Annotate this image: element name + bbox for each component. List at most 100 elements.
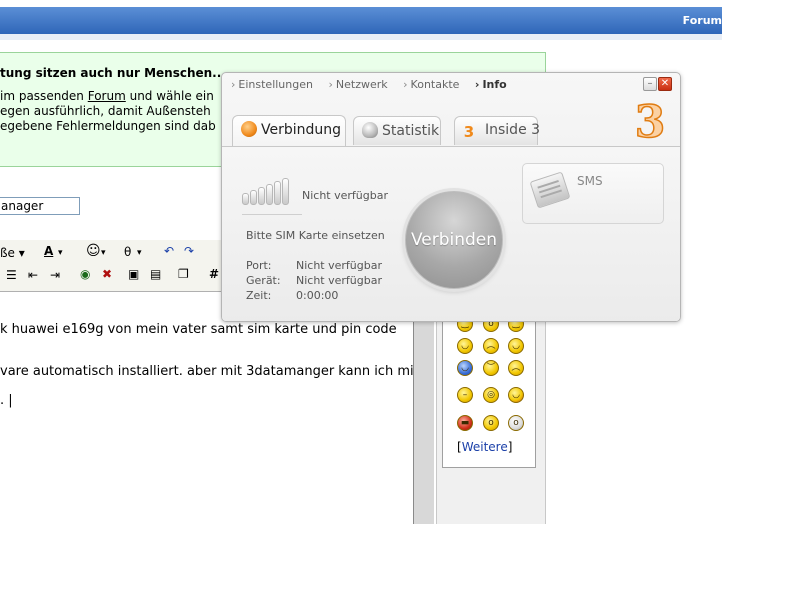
chevron-right-icon: › (328, 78, 333, 91)
smiley-icon[interactable]: ︵ (483, 338, 499, 354)
smiley-icon[interactable]: ◡ (457, 338, 473, 354)
signal-bar (250, 190, 257, 205)
insert-link-icon[interactable]: ◉ (80, 267, 90, 281)
smiley-icon[interactable]: ︵ (508, 360, 524, 376)
special-char-icon[interactable]: θ (124, 245, 131, 259)
brand-logo: 3 (634, 97, 666, 148)
sms-icon (529, 171, 571, 209)
font-color-icon[interactable]: A (44, 244, 53, 258)
bullet-list-icon[interactable]: ☰ (6, 268, 17, 282)
menu-item-label: Info (482, 78, 507, 91)
sms-label: SMS (577, 174, 603, 188)
three-logo-icon: 3 (463, 123, 475, 141)
menu-item-netzwerk[interactable]: › Netzwerk (328, 78, 387, 91)
forum-subheader (0, 34, 722, 40)
redo-icon[interactable]: ↷ (184, 244, 194, 258)
minimize-button[interactable]: – (643, 77, 657, 91)
tab-verbindung[interactable]: Verbindung (232, 115, 346, 146)
notice-title: tung sitzen auch nur Menschen... (0, 66, 226, 80)
notice-text: im passenden (0, 89, 88, 103)
connection-icon (241, 121, 257, 137)
smiley-icon[interactable]: ◡ (508, 338, 524, 354)
device-label: Gerät: (246, 274, 281, 287)
bracket-text: ] (507, 440, 513, 454)
sim-message: Bitte SIM Karte einsetzen (246, 229, 385, 242)
more-smileys-label: Weitere (461, 440, 508, 454)
post-text-line: k huawei e169g von mein vater samt sim k… (0, 322, 397, 337)
port-label: Port: (246, 259, 272, 272)
close-button[interactable]: ✕ (658, 77, 672, 91)
chevron-down-icon[interactable]: ▾ (137, 246, 142, 260)
notice-line: egen ausführlich, damit Außensteh (0, 104, 211, 118)
image-icon[interactable]: ▤ (150, 267, 161, 281)
window-controls: – ✕ (642, 77, 672, 91)
tab-label: Verbindung (261, 122, 342, 138)
chevron-right-icon: › (474, 78, 480, 91)
signal-bar (274, 181, 281, 205)
forum-header-bar: Forum (0, 7, 722, 34)
forum-nav-link[interactable]: Forum (683, 14, 722, 27)
menu-item-einstellungen[interactable]: › Einstellungen (231, 78, 313, 91)
smiley-icon[interactable]: ︶ (483, 360, 499, 376)
port-value: Nicht verfügbar (296, 259, 382, 272)
menu-item-label: Einstellungen (238, 78, 313, 91)
quote-icon[interactable]: ❐ (178, 267, 189, 281)
subject-input[interactable] (0, 197, 80, 215)
signal-strength-icon (242, 175, 296, 205)
time-label: Zeit: (246, 289, 272, 302)
signal-bar (242, 193, 249, 205)
menu-item-label: Kontakte (410, 78, 460, 91)
signal-bar (266, 184, 273, 205)
post-text-area[interactable]: k huawei e169g von mein vater samt sim k… (0, 292, 429, 524)
outdent-icon[interactable]: ⇤ (28, 268, 38, 282)
remove-link-icon[interactable]: ✖ (102, 267, 112, 281)
notice-line: im passenden Forum und wähle ein (0, 89, 214, 103)
post-text-line: . | (0, 393, 13, 408)
menu-item-info[interactable]: › Info (475, 78, 507, 91)
chevron-right-icon: › (231, 78, 236, 91)
smiley-panel: ‿ o ‿ ◡ ︵ ◡ ◡ ︶ ︵ – ◎ ◡ ▬ o o [Weitere] (442, 300, 536, 468)
undo-icon[interactable]: ↶ (164, 244, 174, 258)
chevron-down-icon[interactable]: ▾ (58, 246, 63, 260)
chevron-down-icon[interactable]: ▾ (101, 246, 106, 260)
notice-line: egebene Fehlermeldungen sind dab (0, 119, 216, 133)
indent-icon[interactable]: ⇥ (50, 268, 60, 282)
smiley-icon[interactable]: ◎ (483, 387, 499, 403)
signal-bar (258, 187, 265, 205)
notice-forum-link[interactable]: Forum (88, 89, 126, 103)
tab-label: Inside 3 (485, 122, 541, 138)
smiley-icon[interactable]: ▬ (457, 415, 473, 431)
editor-scrollbar[interactable] (413, 292, 434, 524)
chevron-right-icon: › (403, 78, 408, 91)
connection-manager-window: › Einstellungen › Netzwerk › Kontakte › Info… (221, 72, 681, 322)
divider (242, 214, 302, 215)
more-smileys-link[interactable]: [Weitere] (457, 440, 512, 454)
signal-bar (282, 178, 289, 205)
smiley-icon[interactable]: o (483, 415, 499, 431)
tab-strip: Verbindung Statistik 3 Inside 3 (222, 107, 680, 147)
device-value: Nicht verfügbar (296, 274, 382, 287)
sms-card[interactable]: SMS (522, 163, 664, 224)
post-text-line: vare automatisch installiert. aber mit 3… (0, 364, 429, 379)
smiley-icon[interactable]: o (508, 415, 524, 431)
smiley-icon[interactable]: ◡ (457, 360, 473, 376)
editor-toolbar: ße ▾ A ▾ ☺ ▾ θ ▾ ↶ ↷ ☰ ⇤ ⇥ ◉ ✖ ▣ ▤ ❐ # (0, 240, 222, 292)
smiley-icon[interactable]: ◡ (508, 387, 524, 403)
menu-item-kontakte[interactable]: › Kontakte (403, 78, 459, 91)
tab-statistik[interactable]: Statistik (353, 116, 441, 145)
connect-button[interactable]: Verbinden (405, 191, 503, 289)
tab-label: Statistik (382, 123, 440, 139)
menu-item-label: Netzwerk (335, 78, 388, 91)
signal-status: Nicht verfügbar (302, 189, 388, 202)
notice-text: und wähle ein (125, 89, 214, 103)
hash-button[interactable]: # (209, 267, 219, 281)
font-size-select[interactable]: ße ▾ (0, 246, 25, 260)
smiley-icon[interactable]: – (457, 387, 473, 403)
tab-inside-3[interactable]: 3 Inside 3 (454, 116, 541, 145)
font-size-value: ße (0, 246, 15, 260)
smiley-insert-icon[interactable]: ☺ (86, 244, 101, 258)
insert-image-icon[interactable]: ▣ (128, 267, 139, 281)
top-menu: › Einstellungen › Netzwerk › Kontakte › Info (231, 78, 519, 94)
statistics-icon (362, 122, 378, 138)
chevron-down-icon: ▾ (18, 246, 25, 260)
